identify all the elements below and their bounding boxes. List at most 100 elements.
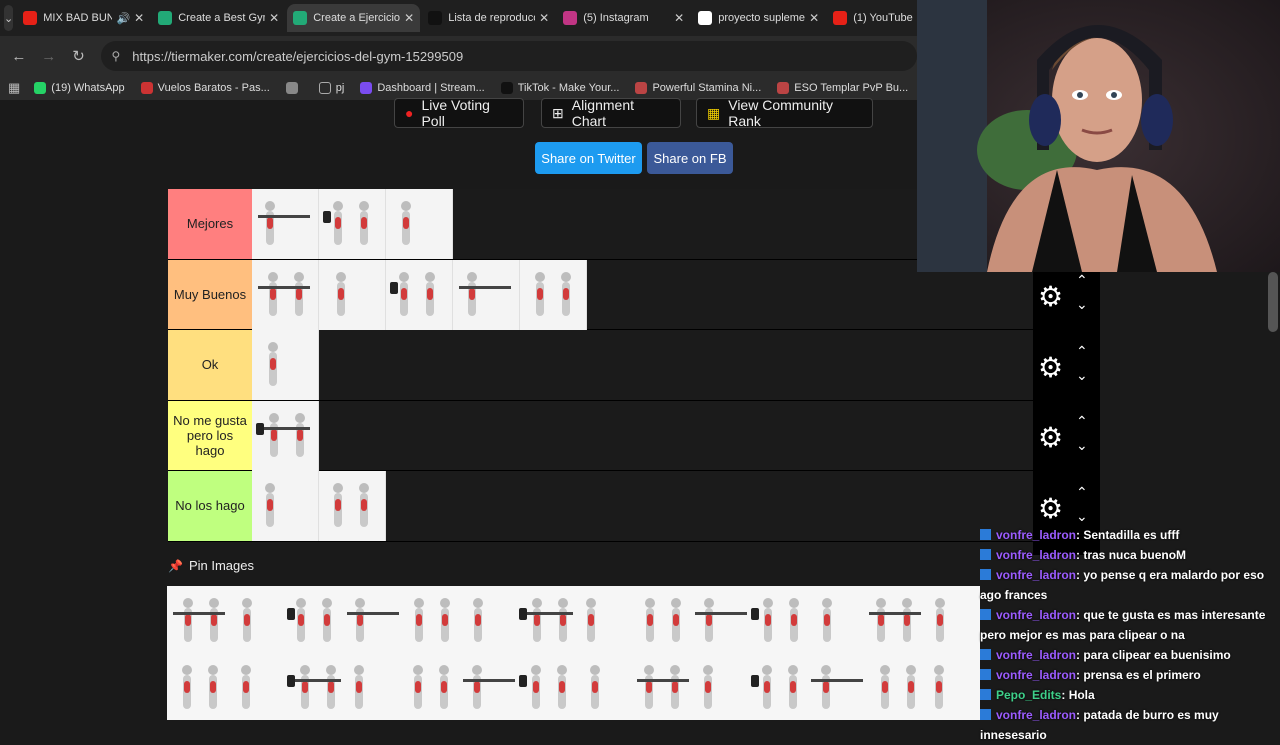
chevron-down-icon[interactable]: ⌄ (1076, 508, 1088, 525)
tab-bar: ⌄ MIX BAD BUN 🔊 ✕ Create a Best Gym ✕ Create … (0, 0, 954, 36)
tier-label[interactable]: Mejores (168, 189, 252, 259)
audio-icon[interactable]: 🔊 (116, 12, 130, 25)
close-icon[interactable]: ✕ (674, 11, 684, 25)
exercise-image[interactable] (863, 586, 921, 653)
bookmark-item[interactable]: Powerful Stamina Ni... (635, 82, 761, 94)
exercise-image[interactable] (341, 653, 399, 720)
close-icon[interactable]: ✕ (809, 11, 819, 25)
exercise-image[interactable] (805, 653, 863, 720)
bookmark-item[interactable]: pj (318, 82, 344, 94)
exercise-image[interactable] (515, 653, 573, 720)
tier-label[interactable]: No me gusta pero los hago (168, 400, 252, 470)
exercise-image[interactable] (252, 259, 319, 330)
exercise-image[interactable] (863, 653, 921, 720)
exercise-image[interactable] (747, 653, 805, 720)
chat-username[interactable]: vonfre_ladron (996, 568, 1076, 582)
browser-tab[interactable]: Create a Ejercicios ✕ (287, 4, 421, 32)
exercise-image[interactable] (225, 653, 283, 720)
chat-username[interactable]: vonfre_ladron (996, 528, 1076, 542)
browser-tab[interactable]: (5) Instagram ✕ (557, 4, 690, 32)
chevron-down-icon[interactable]: ⌄ (1076, 296, 1088, 313)
gear-icon[interactable]: ⚙ (1038, 351, 1063, 384)
chevron-up-icon[interactable]: ⌃ (1076, 343, 1088, 360)
tier-label[interactable]: No los hago (168, 471, 252, 541)
share-twitter-button[interactable]: Share on Twitter (535, 142, 642, 174)
bookmark-item[interactable]: ESO Templar PvP Bu... (777, 82, 908, 94)
close-icon[interactable]: ✕ (269, 11, 279, 25)
exercise-image[interactable] (453, 259, 520, 330)
exercise-image[interactable] (747, 586, 805, 653)
browser-tab[interactable]: MIX BAD BUN 🔊 ✕ (17, 4, 150, 32)
community-rank-button[interactable]: ▦ View Community Rank (696, 97, 873, 129)
tier-label[interactable]: Muy Buenos (168, 259, 252, 329)
bookmark-item[interactable]: Vuelos Baratos - Pas... (140, 82, 270, 94)
exercise-image[interactable] (631, 586, 689, 653)
exercise-image[interactable] (319, 189, 386, 259)
exercise-image[interactable] (689, 586, 747, 653)
pin-images-toggle[interactable]: 📌 Pin Images (168, 558, 254, 573)
exercise-image[interactable] (399, 653, 457, 720)
exercise-image[interactable] (457, 586, 515, 653)
bookmark-item[interactable]: Dashboard | Stream... (360, 82, 485, 94)
exercise-image[interactable] (520, 259, 587, 330)
gear-icon[interactable]: ⚙ (1038, 280, 1063, 313)
exercise-image[interactable] (341, 586, 399, 653)
bookmark-item[interactable] (285, 82, 303, 94)
chevron-down-icon[interactable]: ⌄ (1076, 367, 1088, 384)
exercise-image[interactable] (167, 586, 225, 653)
chevron-up-icon[interactable]: ⌃ (1076, 413, 1088, 430)
browser-tab[interactable]: Lista de reproducción ✕ (422, 4, 555, 32)
bookmark-item[interactable]: (19) WhatsApp (34, 82, 125, 94)
close-icon[interactable]: ✕ (134, 11, 144, 25)
chevron-down-icon[interactable]: ⌄ (1076, 437, 1088, 454)
browser-tab[interactable]: proyecto suplementos✕ (692, 4, 825, 32)
exercise-image[interactable] (515, 586, 573, 653)
exercise-image[interactable] (573, 653, 631, 720)
exercise-image[interactable] (631, 653, 689, 720)
back-icon[interactable]: ← (4, 48, 34, 65)
close-icon[interactable]: ✕ (404, 11, 414, 25)
exercise-image[interactable] (573, 586, 631, 653)
chat-username[interactable]: vonfre_ladron (996, 548, 1076, 562)
tier-label[interactable]: Ok (168, 330, 252, 400)
live-voting-button[interactable]: ● Live Voting Poll (394, 97, 524, 129)
exercise-image[interactable] (283, 653, 341, 720)
site-info-icon[interactable]: ⚲ (111, 49, 120, 63)
exercise-image[interactable] (386, 259, 453, 330)
gear-icon[interactable]: ⚙ (1038, 492, 1063, 525)
exercise-image[interactable] (921, 653, 979, 720)
tab-search-button[interactable]: ⌄ (4, 5, 14, 31)
chat-username[interactable]: vonfre_ladron (996, 608, 1076, 622)
forward-icon[interactable]: → (34, 48, 64, 65)
bookmark-item[interactable]: TikTok - Make Your... (500, 82, 619, 94)
exercise-image[interactable] (167, 653, 225, 720)
exercise-image[interactable] (283, 586, 341, 653)
chevron-up-icon[interactable]: ⌃ (1076, 272, 1088, 289)
gear-icon[interactable]: ⚙ (1038, 421, 1063, 454)
exercise-image[interactable] (252, 189, 319, 259)
chat-username[interactable]: vonfre_ladron (996, 648, 1076, 662)
exercise-image[interactable] (921, 586, 979, 653)
reload-icon[interactable]: ↻ (64, 47, 94, 65)
exercise-image[interactable] (319, 259, 386, 330)
apps-icon[interactable]: ▦ (8, 80, 20, 96)
exercise-image[interactable] (457, 653, 515, 720)
chevron-up-icon[interactable]: ⌃ (1076, 484, 1088, 501)
browser-tab[interactable]: Create a Best Gym ✕ (152, 4, 285, 32)
exercise-image[interactable] (252, 330, 319, 400)
exercise-image[interactable] (252, 400, 319, 471)
alignment-chart-button[interactable]: ⊞ Alignment Chart (541, 97, 681, 129)
chat-username[interactable]: vonfre_ladron (996, 668, 1076, 682)
address-bar[interactable]: ⚲ https://tiermaker.com/create/ejercicio… (101, 41, 917, 71)
close-icon[interactable]: ✕ (539, 11, 549, 25)
exercise-image[interactable] (689, 653, 747, 720)
exercise-image[interactable] (225, 586, 283, 653)
exercise-image[interactable] (805, 586, 863, 653)
exercise-image[interactable] (386, 189, 453, 259)
chat-username[interactable]: Pepo_Edits (996, 688, 1061, 702)
exercise-image[interactable] (252, 471, 319, 541)
page-scrollbar[interactable] (1268, 272, 1278, 332)
exercise-image[interactable] (319, 471, 386, 541)
exercise-image[interactable] (399, 586, 457, 653)
share-fb-button[interactable]: Share on FB (647, 142, 733, 174)
